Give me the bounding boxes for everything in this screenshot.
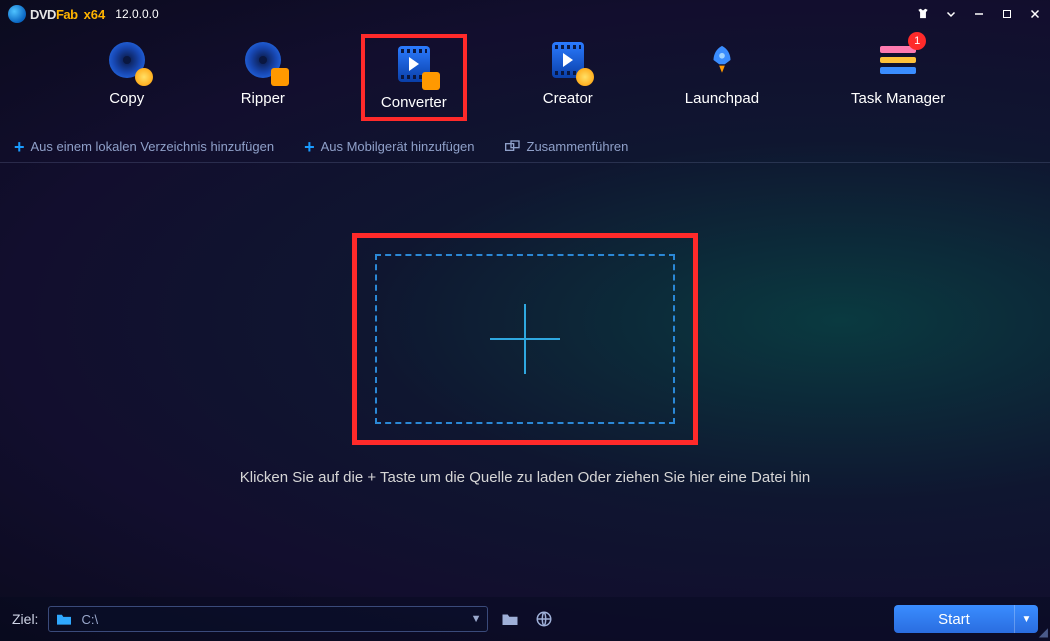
arch-text: x64	[84, 7, 106, 22]
chevron-down-icon[interactable]: ▼	[471, 613, 482, 625]
brand-dvd: DVD	[30, 7, 56, 22]
creator-icon	[546, 38, 590, 82]
version-text: 12.0.0.0	[115, 7, 158, 21]
tab-ripper-label: Ripper	[241, 90, 285, 107]
tab-copy-label: Copy	[109, 90, 144, 107]
folder-icon	[55, 612, 73, 626]
close-button[interactable]	[1028, 7, 1042, 21]
merge-label: Zusammenführen	[527, 139, 629, 154]
add-source-plus-icon[interactable]	[490, 304, 560, 374]
sub-toolbar: + Aus einem lokalen Verzeichnis hinzufüg…	[0, 131, 1050, 163]
drop-zone-highlight	[352, 233, 698, 445]
tab-copy[interactable]: Copy	[89, 34, 165, 121]
app-logo: DVDFab x64 12.0.0.0	[8, 5, 159, 23]
ripper-icon	[241, 38, 285, 82]
tab-converter-label: Converter	[381, 94, 447, 111]
main-toolbar: Copy Ripper Converter Creator Launchpad	[0, 28, 1050, 131]
merge-icon	[505, 140, 521, 154]
add-mobile-label: Aus Mobilgerät hinzufügen	[321, 139, 475, 154]
rocket-icon	[700, 38, 744, 82]
start-button-group: Start ▼	[894, 605, 1038, 633]
add-local-button[interactable]: + Aus einem lokalen Verzeichnis hinzufüg…	[14, 139, 274, 154]
shirt-icon[interactable]	[916, 7, 930, 21]
copy-icon	[105, 38, 149, 82]
destination-label: Ziel:	[12, 611, 38, 627]
minimize-button[interactable]	[972, 7, 986, 21]
drop-zone[interactable]	[375, 254, 675, 424]
tab-converter[interactable]: Converter	[361, 34, 467, 121]
merge-button[interactable]: Zusammenführen	[505, 139, 629, 154]
tab-creator[interactable]: Creator	[527, 34, 609, 121]
notification-badge: 1	[908, 32, 926, 50]
destination-path-text: C:\	[81, 612, 98, 627]
brand-fab: Fab	[56, 7, 78, 22]
maximize-button[interactable]	[1000, 7, 1014, 21]
tab-task-manager[interactable]: 1 Task Manager	[835, 34, 961, 121]
logo-icon	[8, 5, 26, 23]
resize-grip-icon[interactable]: ◢	[1039, 625, 1048, 639]
add-mobile-button[interactable]: + Aus Mobilgerät hinzufügen	[304, 139, 474, 154]
brand-text: DVDFab	[30, 7, 78, 22]
web-icon[interactable]	[532, 609, 556, 629]
tab-launchpad[interactable]: Launchpad	[669, 34, 775, 121]
window-controls	[916, 7, 1042, 21]
tab-ripper[interactable]: Ripper	[225, 34, 301, 121]
task-manager-icon: 1	[876, 38, 920, 82]
drop-hint-text: Klicken Sie auf die + Taste um die Quell…	[240, 469, 810, 486]
tab-creator-label: Creator	[543, 90, 593, 107]
tab-launchpad-label: Launchpad	[685, 90, 759, 107]
tab-task-manager-label: Task Manager	[851, 90, 945, 107]
titlebar: DVDFab x64 12.0.0.0	[0, 0, 1050, 28]
chevron-down-icon[interactable]	[944, 7, 958, 21]
browse-folder-button[interactable]	[498, 609, 522, 629]
converter-icon	[392, 42, 436, 86]
start-dropdown-button[interactable]: ▼	[1014, 605, 1038, 633]
footer: Ziel: C:\ ▼ Start ▼ ◢	[0, 597, 1050, 641]
destination-path-input[interactable]: C:\ ▼	[48, 606, 488, 632]
start-button[interactable]: Start	[894, 605, 1014, 633]
add-local-label: Aus einem lokalen Verzeichnis hinzufügen	[31, 139, 275, 154]
stage: Klicken Sie auf die + Taste um die Quell…	[0, 163, 1050, 486]
